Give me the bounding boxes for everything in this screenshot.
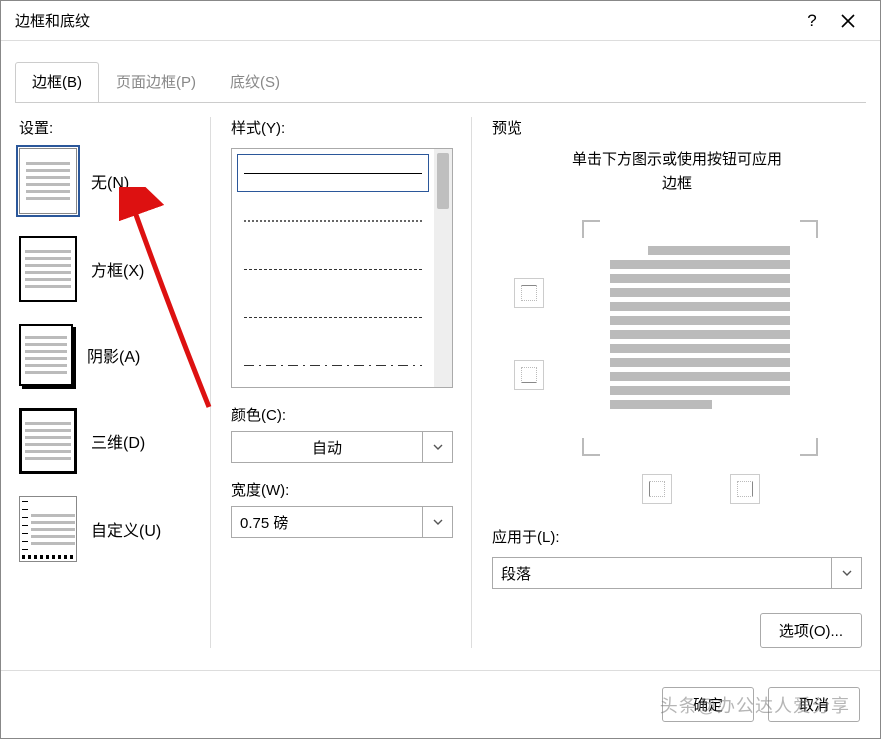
setting-custom[interactable]: 自定义(U) [19, 496, 192, 562]
tab-border[interactable]: 边框(B) [15, 62, 99, 102]
width-label: 宽度(W): [231, 479, 453, 500]
setting-box-label: 方框(X) [91, 257, 144, 281]
close-button[interactable] [830, 3, 866, 39]
apply-to-combobox[interactable]: 段落 [492, 557, 862, 589]
chevron-down-icon [433, 517, 443, 527]
edge-right-button[interactable] [730, 474, 760, 504]
close-icon [841, 14, 855, 28]
style-option-dotted[interactable] [232, 197, 434, 245]
apply-to-value: 段落 [493, 563, 831, 584]
style-option-dash-dot[interactable] [232, 341, 434, 387]
edge-left-button[interactable] [642, 474, 672, 504]
preview-column: 预览 单击下方图示或使用按钮可应用边框 应用于(L): 段落 [471, 117, 862, 648]
tab-page-border[interactable]: 页面边框(P) [99, 62, 213, 102]
tab-strip: 边框(B) 页面边框(P) 底纹(S) [1, 41, 880, 102]
color-combobox[interactable]: 自动 [231, 431, 453, 463]
help-button[interactable]: ? [794, 3, 830, 39]
width-combobox[interactable]: 0.75 磅 [231, 506, 453, 538]
dialog-footer: 确定 取消 [1, 670, 880, 738]
cancel-button[interactable]: 取消 [768, 687, 860, 722]
style-column: 样式(Y): 颜色(C): 自动 宽度(W): 0.75 磅 [210, 117, 453, 648]
width-value: 0.75 磅 [232, 512, 422, 533]
style-listbox[interactable] [231, 148, 453, 388]
ok-button[interactable]: 确定 [662, 687, 754, 722]
preview-area [492, 220, 862, 520]
setting-custom-label: 自定义(U) [91, 517, 161, 541]
edge-top-button[interactable] [514, 278, 544, 308]
dialog-titlebar: 边框和底纹 ? [1, 1, 880, 41]
apply-to-label: 应用于(L): [492, 526, 862, 547]
setting-3d[interactable]: 三维(D) [19, 408, 192, 474]
setting-none-label: 无(N) [91, 169, 129, 193]
style-scrollbar[interactable] [434, 149, 452, 387]
style-option-dash[interactable] [232, 293, 434, 341]
setting-shadow-icon [19, 324, 73, 386]
chevron-down-icon [433, 442, 443, 452]
color-label: 颜色(C): [231, 404, 453, 425]
style-option-solid[interactable] [232, 149, 434, 197]
setting-shadow[interactable]: 阴影(A) [19, 324, 192, 386]
preview-page[interactable] [588, 226, 812, 450]
edge-bottom-button[interactable] [514, 360, 544, 390]
setting-box[interactable]: 方框(X) [19, 236, 192, 302]
chevron-down-icon [842, 568, 852, 578]
setting-none-icon [19, 148, 77, 214]
style-label: 样式(Y): [231, 117, 453, 138]
preview-label: 预览 [492, 117, 862, 138]
tab-shading[interactable]: 底纹(S) [213, 62, 297, 102]
settings-label: 设置: [19, 117, 192, 138]
setting-3d-icon [19, 408, 77, 474]
color-value: 自动 [232, 437, 422, 458]
width-dropdown-button[interactable] [422, 507, 452, 537]
color-dropdown-button[interactable] [422, 432, 452, 462]
apply-to-dropdown-button[interactable] [831, 558, 861, 588]
preview-hint: 单击下方图示或使用按钮可应用边框 [492, 148, 862, 196]
setting-shadow-label: 阴影(A) [87, 343, 140, 367]
setting-box-icon [19, 236, 77, 302]
setting-3d-label: 三维(D) [91, 429, 145, 453]
setting-none[interactable]: 无(N) [19, 148, 192, 214]
dialog-body: 设置: 无(N) 方框(X) 阴影(A) 三维(D) [1, 103, 880, 658]
settings-column: 设置: 无(N) 方框(X) 阴影(A) 三维(D) [19, 117, 192, 648]
style-option-large-dash[interactable] [232, 245, 434, 293]
setting-custom-icon [19, 496, 77, 562]
dialog-title: 边框和底纹 [15, 10, 794, 31]
options-button[interactable]: 选项(O)... [760, 613, 862, 648]
